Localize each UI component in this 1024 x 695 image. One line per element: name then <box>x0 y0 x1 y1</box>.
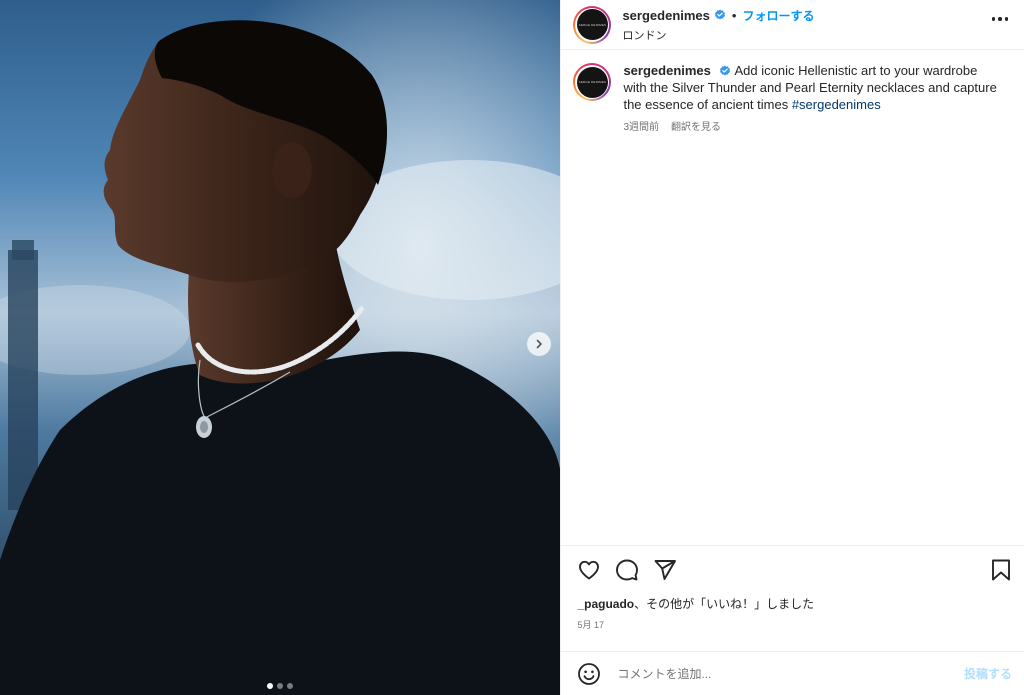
caption-text: sergedenimes Add iconic Hellenistic art … <box>623 62 1003 113</box>
carousel-dot <box>287 683 294 689</box>
comment-icon[interactable] <box>615 558 639 582</box>
comments-section: SERGE DENIMES sergedenimes Add iconic He… <box>561 50 1024 545</box>
post-location[interactable]: ロンドン <box>622 27 814 43</box>
heart-icon[interactable] <box>577 558 601 582</box>
post-date[interactable]: 5月 17 <box>561 618 1024 631</box>
liker-username[interactable]: _paguado <box>577 597 634 611</box>
emoji-icon[interactable] <box>577 662 601 686</box>
see-translation-button[interactable]: 翻訳を見る <box>671 118 721 133</box>
likes-summary: _paguado、その他が「いいね！」しました <box>561 595 1024 612</box>
post-media[interactable] <box>0 0 561 695</box>
header-separator: • <box>731 7 737 23</box>
post-photo <box>0 0 561 695</box>
caption-username[interactable]: sergedenimes <box>623 63 710 78</box>
avatar: SERGE DENIMES <box>576 9 608 40</box>
post-time-ago[interactable]: 3週間前 <box>623 118 659 133</box>
carousel-indicator <box>0 683 560 689</box>
post-dialog: SERGE DENIMES sergedenimes • フォローする ロンドン… <box>0 0 1024 695</box>
caption: SERGE DENIMES sergedenimes Add iconic He… <box>573 62 1012 133</box>
verified-badge-icon <box>714 9 726 21</box>
story-ring[interactable]: SERGE DENIMES <box>573 5 612 44</box>
story-ring[interactable]: SERGE DENIMES <box>573 63 612 101</box>
post-side-panel: SERGE DENIMES sergedenimes • フォローする ロンドン… <box>560 0 1024 695</box>
share-icon[interactable] <box>653 558 677 582</box>
header-username[interactable]: sergedenimes <box>622 8 709 23</box>
carousel-next-button[interactable] <box>527 332 551 356</box>
add-comment-bar: 投稿する <box>561 651 1024 695</box>
caption-meta: 3週間前 翻訳を見る <box>623 118 1003 133</box>
avatar-logo-text: SERGE DENIMES <box>578 80 607 84</box>
post-header: SERGE DENIMES sergedenimes • フォローする ロンドン <box>561 0 1024 50</box>
carousel-dot <box>277 683 284 689</box>
likes-suffix: 、その他が「いいね！」しました <box>634 597 815 611</box>
follow-button[interactable]: フォローする <box>742 7 814 24</box>
chevron-right-icon <box>536 339 542 349</box>
verified-badge-icon <box>719 65 731 77</box>
post-comment-button[interactable]: 投稿する <box>964 665 1012 682</box>
comment-input[interactable] <box>615 665 964 682</box>
avatar-logo-text: SERGE DENIMES <box>578 22 607 27</box>
carousel-dot <box>267 683 274 689</box>
more-options-icon[interactable] <box>991 17 1008 21</box>
bookmark-icon[interactable] <box>990 558 1012 582</box>
avatar: SERGE DENIMES <box>576 66 608 98</box>
header-info: sergedenimes • フォローする ロンドン <box>622 7 814 43</box>
hashtag-link[interactable]: #sergedenimes <box>792 97 881 112</box>
action-bar <box>561 545 1024 593</box>
